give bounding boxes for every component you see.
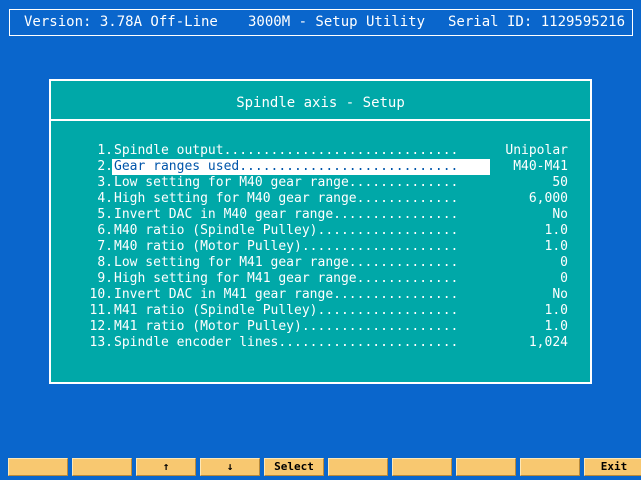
setting-row[interactable]: 7. M40 ratio (Motor Pulley)..............… (51, 239, 590, 255)
fkey-2[interactable] (72, 458, 132, 476)
setting-label-text: Invert DAC in M41 gear range............… (114, 287, 459, 302)
setting-label: Low setting for M41 gear range..........… (112, 255, 490, 271)
setting-row[interactable]: 3. Low setting for M40 gear range........… (51, 175, 590, 191)
setting-label: High setting for M41 gear range.........… (112, 271, 490, 287)
function-key-bar: ↑ ↓ Select Exit (8, 458, 641, 476)
setting-number: 8. (97, 255, 113, 270)
setting-label-text: High setting for M41 gear range.........… (114, 271, 459, 286)
setting-number: 4. (97, 191, 113, 206)
fkey-up-arrow[interactable]: ↑ (136, 458, 196, 476)
setting-number: 6. (97, 223, 113, 238)
setting-label: M41 ratio (Spindle Pulley)..............… (112, 303, 490, 319)
fkey-exit[interactable]: Exit (584, 458, 641, 476)
fkey-7[interactable] (392, 458, 452, 476)
setting-number: 5. (97, 207, 113, 222)
spindle-setup-dialog: Spindle axis - Setup 1. Spindle output...… (49, 79, 592, 384)
setting-value: 1.0 (544, 223, 568, 238)
setting-number: 9. (97, 271, 113, 286)
dialog-title: Spindle axis - Setup (236, 95, 405, 111)
fkey-6[interactable] (328, 458, 388, 476)
setting-row[interactable]: 2. Gear ranges used......................… (51, 159, 590, 175)
setting-row[interactable]: 6. M40 ratio (Spindle Pulley)............… (51, 223, 590, 239)
setting-label-text: M41 ratio (Spindle Pulley)..............… (114, 303, 459, 318)
setting-value: 0 (560, 255, 568, 270)
fkey-8[interactable] (456, 458, 516, 476)
setting-value: Unipolar (505, 143, 568, 158)
setting-value: 50 (552, 175, 568, 190)
version-text: Version: 3.78A Off-Line (24, 14, 218, 30)
setting-value: 0 (560, 271, 568, 286)
setting-label: M40 ratio (Motor Pulley)................… (112, 239, 490, 255)
setting-number: 3. (97, 175, 113, 190)
setting-label-text: Low setting for M41 gear range..........… (114, 255, 459, 270)
setting-label: Invert DAC in M41 gear range............… (112, 287, 490, 303)
setting-value: 6,000 (528, 191, 568, 206)
setting-label: Gear ranges used........................… (112, 159, 490, 175)
setting-row[interactable]: 10. Invert DAC in M41 gear range.........… (51, 287, 590, 303)
setting-value: No (552, 207, 568, 222)
setting-label: M41 ratio (Motor Pulley)................… (112, 319, 490, 335)
setting-value: 1.0 (544, 239, 568, 254)
setting-label: Low setting for M40 gear range..........… (112, 175, 490, 191)
setting-row[interactable]: 11. M41 ratio (Spindle Pulley)...........… (51, 303, 590, 319)
setting-number: 1. (97, 143, 113, 158)
setting-label-text: M40 ratio (Spindle Pulley)..............… (114, 223, 459, 238)
setting-row[interactable]: 9. High setting for M41 gear range.......… (51, 271, 590, 287)
setting-number: 11. (89, 303, 113, 318)
setting-label: Invert DAC in M40 gear range............… (112, 207, 490, 223)
setting-label: Spindle encoder lines...................… (112, 335, 490, 351)
setting-row[interactable]: 1. Spindle output........................… (51, 143, 590, 159)
fkey-9[interactable] (520, 458, 580, 476)
setting-number: 13. (89, 335, 113, 350)
setting-value: 1.0 (544, 303, 568, 318)
setting-row[interactable]: 13. Spindle encoder lines................… (51, 335, 590, 351)
setting-number: 7. (97, 239, 113, 254)
setting-value: 1.0 (544, 319, 568, 334)
fkey-select[interactable]: Select (264, 458, 324, 476)
setting-label-text: Low setting for M40 gear range..........… (114, 175, 459, 190)
setting-value: M40-M41 (513, 159, 568, 174)
setting-value: No (552, 287, 568, 302)
setting-row[interactable]: 8. Low setting for M41 gear range........… (51, 255, 590, 271)
setting-label-text: Invert DAC in M40 gear range............… (114, 207, 459, 222)
setting-row[interactable]: 5. Invert DAC in M40 gear range..........… (51, 207, 590, 223)
setting-row[interactable]: 12. M41 ratio (Motor Pulley).............… (51, 319, 590, 335)
fkey-down-arrow[interactable]: ↓ (200, 458, 260, 476)
serial-id-text: Serial ID: 1129595216 (448, 14, 626, 30)
setting-label-text: Spindle output..........................… (114, 143, 459, 158)
setting-label: M40 ratio (Spindle Pulley)..............… (112, 223, 490, 239)
app-title: 3000M - Setup Utility (248, 14, 426, 30)
setting-label-text: Gear ranges used........................… (114, 159, 459, 174)
setting-label: High setting for M40 gear range.........… (112, 191, 490, 207)
setting-label-text: High setting for M40 gear range.........… (114, 191, 459, 206)
setting-label-text: M41 ratio (Motor Pulley)................… (114, 319, 459, 334)
setup-screen: Version: 3.78A Off-Line 3000M - Setup Ut… (0, 0, 641, 480)
setting-label-text: M40 ratio (Motor Pulley)................… (114, 239, 459, 254)
setting-number: 12. (89, 319, 113, 334)
setting-label-text: Spindle encoder lines...................… (114, 335, 459, 350)
header-bar: Version: 3.78A Off-Line 3000M - Setup Ut… (9, 9, 633, 36)
setting-label: Spindle output..........................… (112, 143, 490, 159)
setting-number: 10. (89, 287, 113, 302)
fkey-1[interactable] (8, 458, 68, 476)
setting-row[interactable]: 4. High setting for M40 gear range.......… (51, 191, 590, 207)
setting-number: 2. (97, 159, 113, 174)
selection-caret-icon (112, 161, 113, 171)
dialog-title-bar: Spindle axis - Setup (51, 81, 590, 121)
setting-value: 1,024 (528, 335, 568, 350)
